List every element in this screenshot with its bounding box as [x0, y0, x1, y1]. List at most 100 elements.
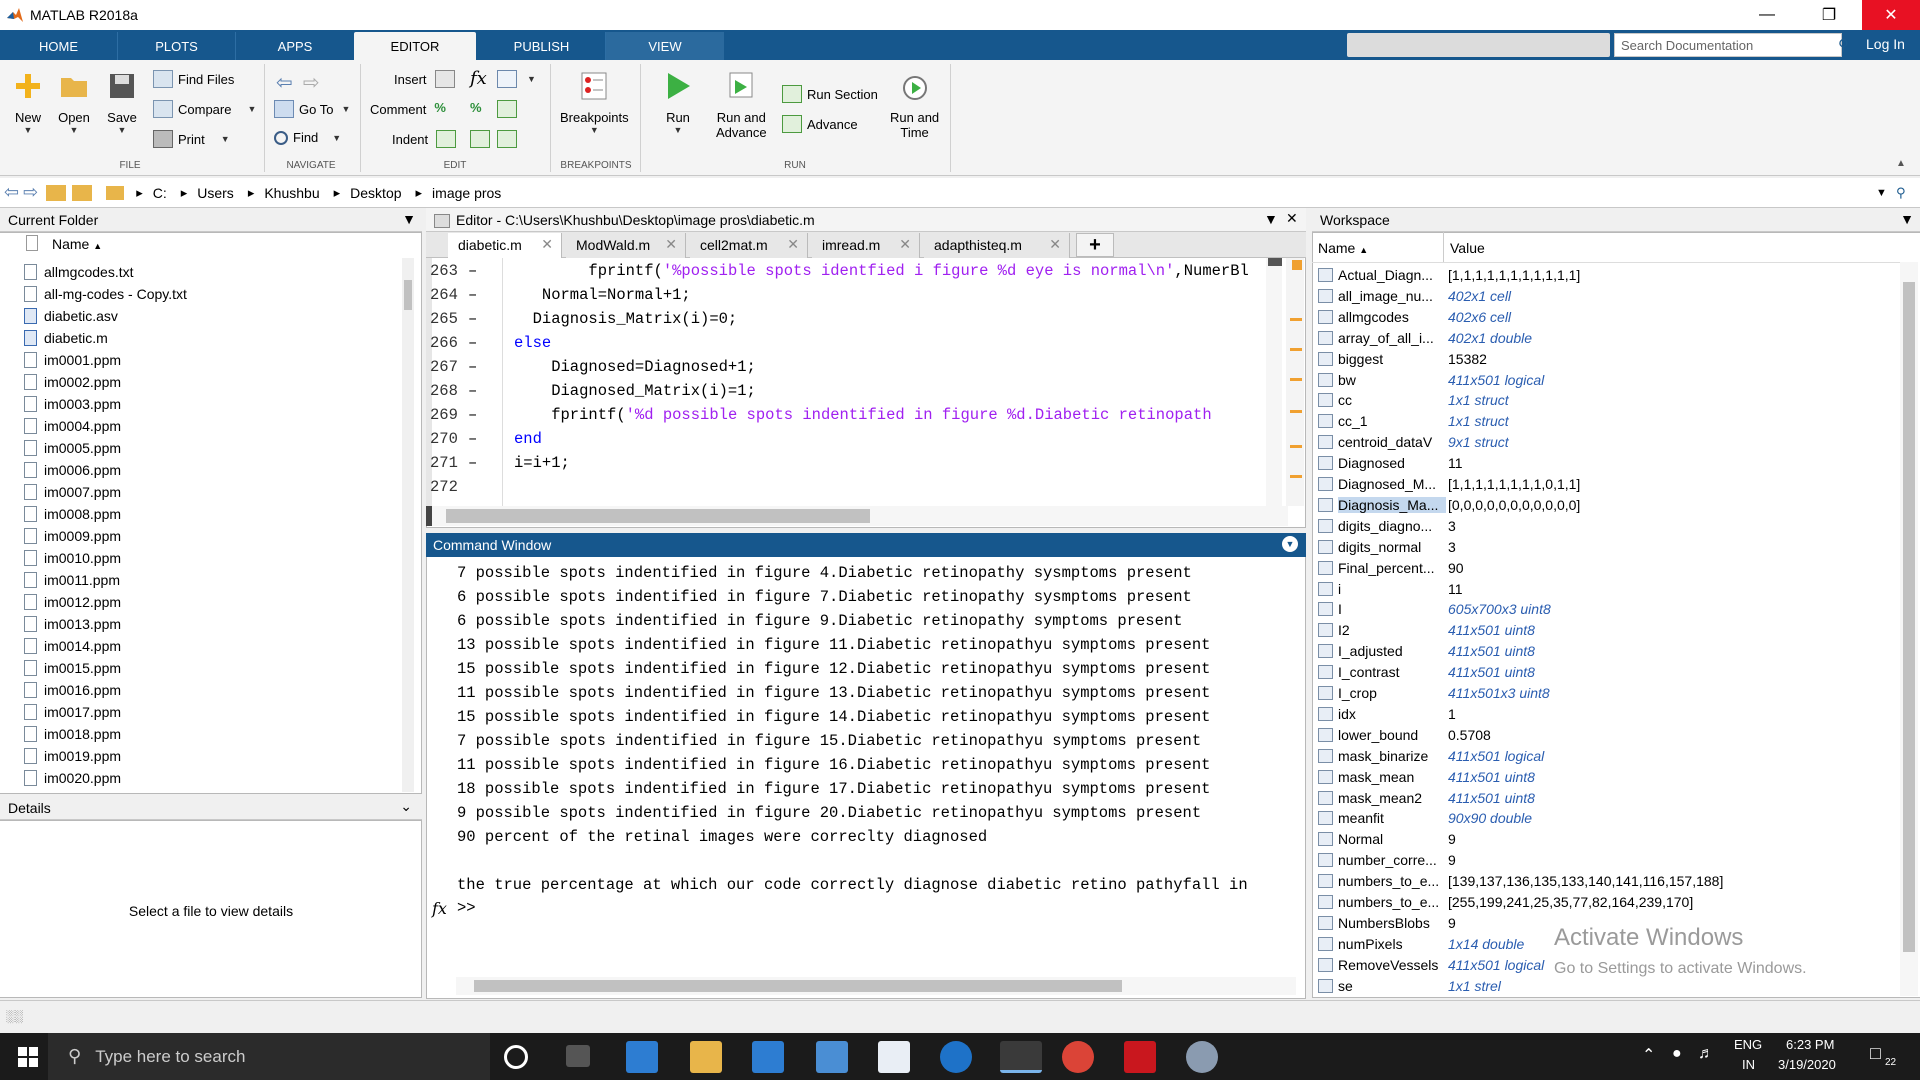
decrease-indent-icon[interactable]: [497, 130, 517, 148]
folder-file-item[interactable]: im0006.ppm: [24, 462, 121, 478]
folder-file-item[interactable]: im0005.ppm: [24, 440, 121, 456]
show-hidden-icons-icon[interactable]: ⌃: [1642, 1045, 1655, 1065]
folder-file-item[interactable]: im0009.ppm: [24, 528, 121, 544]
workspace-variable-row[interactable]: biggest 15382: [1318, 349, 1898, 370]
line-number[interactable]: 266: [430, 334, 464, 352]
workspace-variable-row[interactable]: Actual_Diagn... [1,1,1,1,1,1,1,1,1,1,1]: [1318, 265, 1898, 286]
workspace-variable-row[interactable]: I_crop 411x501x3 uint8: [1318, 683, 1898, 704]
login-button[interactable]: Log In: [1866, 36, 1905, 52]
cortana-icon[interactable]: [504, 1045, 528, 1069]
save-button[interactable]: Save ▼: [106, 70, 138, 135]
address-dropdown-chevron-icon[interactable]: ▼: [1876, 187, 1887, 199]
action-center-icon[interactable]: □: [1870, 1043, 1881, 1064]
code-line[interactable]: end: [514, 430, 542, 448]
language-in[interactable]: IN: [1742, 1057, 1755, 1072]
line-number[interactable]: 265: [430, 310, 464, 328]
file-explorer-icon[interactable]: [690, 1041, 722, 1073]
editor-vertical-scrollbar[interactable]: [1266, 258, 1282, 506]
command-hscroll-thumb[interactable]: [474, 980, 1122, 992]
close-tab-icon[interactable]: ✕: [899, 236, 911, 253]
line-number[interactable]: 267: [430, 358, 464, 376]
editor-close-icon[interactable]: ✕: [1286, 210, 1298, 227]
windows-start-icon[interactable]: [18, 1047, 38, 1067]
folder-file-item[interactable]: im0001.ppm: [24, 352, 121, 368]
tab-publish[interactable]: PUBLISH: [478, 32, 606, 60]
workspace-variable-row[interactable]: digits_diagno... 3: [1318, 516, 1898, 537]
folder-file-item[interactable]: im0003.ppm: [24, 396, 121, 412]
workspace-variable-row[interactable]: Normal 9: [1318, 829, 1898, 850]
go-to-button[interactable]: Go To ▼: [274, 100, 350, 118]
chrome-icon[interactable]: [1062, 1041, 1094, 1073]
address-bar[interactable]: ⇦ ⇨ ▸ C: ▸ Users ▸ Khushbu ▸ Desktop ▸ image…: [0, 178, 1920, 208]
folder-file-item[interactable]: im0007.ppm: [24, 484, 121, 500]
line-number[interactable]: 268: [430, 382, 464, 400]
workspace-variable-row[interactable]: Final_percent... 90: [1318, 558, 1898, 579]
workspace-variable-row[interactable]: I2 411x501 uint8: [1318, 620, 1898, 641]
editor-tab[interactable]: cell2mat.m ✕: [690, 233, 808, 258]
workspace-variable-row[interactable]: numbers_to_e... [139,137,136,135,133,140,…: [1318, 871, 1898, 892]
code-analyzer-status-icon[interactable]: [1292, 260, 1302, 270]
code-line[interactable]: i=i+1;: [514, 454, 570, 472]
folder-file-item[interactable]: im0015.ppm: [24, 660, 121, 676]
find-button[interactable]: Find ▼: [274, 130, 341, 145]
workspace-variable-row[interactable]: cc 1x1 struct: [1318, 390, 1898, 411]
code-line[interactable]: fprintf('%d possible spots indentified i…: [514, 406, 1211, 424]
store-icon[interactable]: [626, 1041, 658, 1073]
workspace-variable-row[interactable]: meanfit 90x90 double: [1318, 808, 1898, 829]
fx-prompt-icon[interactable]: fx: [432, 899, 447, 918]
breakpoint-marker[interactable]: –: [468, 430, 477, 448]
tab-view[interactable]: VIEW: [606, 32, 724, 60]
workspace-variable-row[interactable]: array_of_all_i... 402x1 double: [1318, 328, 1898, 349]
workspace-column-name[interactable]: Name ▲: [1318, 240, 1368, 256]
taskbar-search-box[interactable]: ⚲ Type here to search: [48, 1033, 490, 1080]
run-and-time-button[interactable]: Run and Time: [890, 70, 939, 140]
wrap-comments-icon[interactable]: [497, 100, 517, 118]
folder-file-item[interactable]: im0017.ppm: [24, 704, 121, 720]
folder-file-item[interactable]: diabetic.m: [24, 330, 108, 346]
open-button[interactable]: Open ▼: [58, 70, 90, 135]
workspace-variable-row[interactable]: lower_bound 0.5708: [1318, 725, 1898, 746]
comment-button[interactable]: Comment%: [370, 100, 459, 118]
panel-menu-icon[interactable]: ▼: [402, 211, 416, 227]
acrobat-icon[interactable]: [1124, 1041, 1156, 1073]
breadcrumb-c[interactable]: C:: [153, 185, 167, 201]
workspace-variable-row[interactable]: all_image_nu... 402x1 cell: [1318, 286, 1898, 307]
editor-tab[interactable]: ModWald.m ✕: [566, 233, 686, 258]
search-folder-icon[interactable]: ⚲: [1896, 185, 1906, 201]
back-arrow-icon[interactable]: ⇦: [276, 70, 293, 95]
search-icon[interactable]: ⚲: [1838, 36, 1849, 54]
editor-hscroll-thumb[interactable]: [446, 509, 870, 523]
folder-file-item[interactable]: diabetic.asv: [24, 308, 118, 324]
warning-marker[interactable]: [1290, 410, 1302, 413]
workspace-variable-row[interactable]: numbers_to_e... [255,199,241,25,35,77,82,…: [1318, 892, 1898, 913]
breakpoint-marker[interactable]: –: [468, 310, 477, 328]
editor-tab[interactable]: diabetic.m ✕: [448, 233, 562, 258]
code-line[interactable]: Normal=Normal+1;: [514, 286, 691, 304]
folder-file-item[interactable]: im0019.ppm: [24, 748, 121, 764]
line-number[interactable]: 263: [430, 262, 464, 280]
run-button[interactable]: Run ▼: [662, 70, 694, 135]
breadcrumb-image-pros[interactable]: image pros: [432, 185, 501, 201]
folder-column-name[interactable]: Name ▲: [52, 236, 102, 252]
breakpoint-marker[interactable]: –: [468, 382, 477, 400]
edge-browser-icon[interactable]: [940, 1041, 972, 1073]
breakpoint-marker[interactable]: –: [468, 454, 477, 472]
folder-file-item[interactable]: im0016.ppm: [24, 682, 121, 698]
clock-time[interactable]: 6:23 PM: [1786, 1037, 1834, 1052]
run-and-advance-button[interactable]: Run and Advance: [716, 70, 767, 140]
workspace-scroll-thumb[interactable]: [1903, 282, 1915, 952]
folder-file-item[interactable]: im0011.ppm: [24, 572, 120, 588]
line-number[interactable]: 272: [430, 478, 464, 496]
forward-arrow-icon[interactable]: ⇨: [303, 70, 320, 95]
search-documentation-input[interactable]: Search Documentation: [1614, 33, 1842, 57]
code-line[interactable]: Diagnosis_Matrix(i)=0;: [514, 310, 738, 328]
workspace-variable-row[interactable]: i 11: [1318, 579, 1898, 600]
browse-folder-icon[interactable]: [72, 184, 93, 201]
command-prompt[interactable]: >>: [457, 899, 476, 917]
insert-button[interactable]: Insert: [394, 70, 460, 88]
notepad-icon[interactable]: [878, 1041, 910, 1073]
print-button[interactable]: Print ▼: [153, 130, 230, 148]
warning-marker[interactable]: [1290, 475, 1302, 478]
close-tab-icon[interactable]: ✕: [541, 236, 553, 253]
warning-marker[interactable]: [1290, 445, 1302, 448]
